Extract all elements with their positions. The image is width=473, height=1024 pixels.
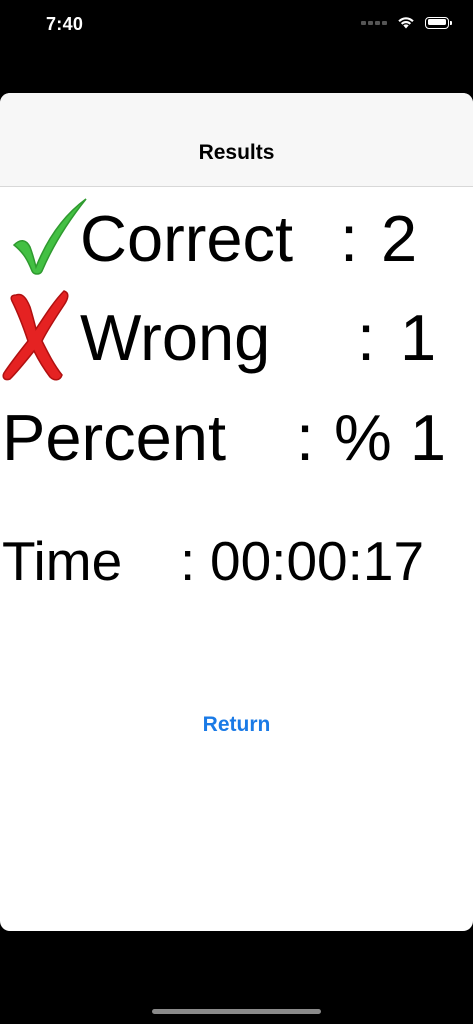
app-screen: 7:40 Results Correct : 2 Wrong: 1 Perce…	[0, 0, 473, 1024]
wrong-value: 1	[400, 301, 437, 374]
wrong-label: Wrong	[80, 301, 271, 374]
signal-dots-icon	[361, 20, 387, 25]
correct-colon: :	[340, 202, 359, 275]
results-sheet: Results Correct : 2 Wrong : 1 Percent : …	[0, 93, 473, 931]
battery-icon	[425, 16, 452, 29]
correct-label: Correct	[80, 202, 294, 275]
percent-label: Percent	[2, 401, 227, 474]
wifi-icon	[398, 17, 414, 29]
page-title: Results	[198, 141, 275, 164]
correct-value: 2	[381, 202, 418, 275]
percent-colon: :	[296, 401, 315, 474]
navigation-bar: Results	[0, 93, 473, 187]
status-time: 7:40	[46, 14, 84, 34]
check-mark-icon	[12, 198, 87, 275]
cross-mark-icon	[2, 290, 69, 381]
percent-value: % 1	[334, 401, 447, 474]
wrong-colon: :	[357, 301, 376, 374]
time-label: Time	[2, 530, 123, 592]
return-button[interactable]: Return	[0, 713, 473, 737]
status-icons	[361, 16, 452, 29]
time-value: 00:00:17	[210, 530, 425, 592]
home-indicator	[152, 1009, 321, 1014]
status-bar: 7:40	[0, 0, 473, 52]
time-colon: :	[180, 530, 196, 592]
